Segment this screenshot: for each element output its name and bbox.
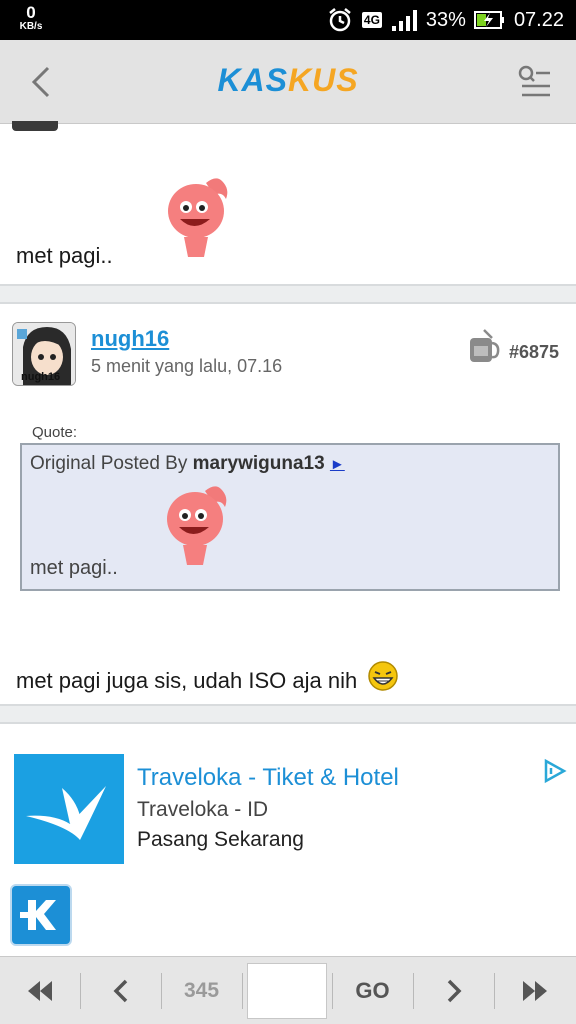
cendol-jar-icon[interactable]	[466, 328, 500, 366]
clock: 07.22	[513, 8, 564, 31]
logo-part-kas: KAS	[217, 62, 288, 98]
kaskus-k-icon	[20, 900, 56, 930]
quote-text: met pagi..	[30, 557, 118, 579]
page-number-input[interactable]	[247, 963, 327, 1019]
prev-page-icon	[113, 979, 127, 1003]
ad-subtitle: Traveloka - ID	[137, 798, 269, 821]
prev-page-button[interactable]	[80, 957, 161, 1024]
battery-percent: 33%	[425, 8, 466, 31]
ad-title[interactable]: Traveloka - Tiket & Hotel	[137, 764, 399, 792]
quote-label: Quote:	[32, 424, 78, 441]
signal-icon	[391, 10, 417, 31]
traveloka-bird-icon	[26, 786, 106, 840]
alarm-icon	[329, 8, 351, 32]
quote-header: Original Posted By marywiguna13 ►	[30, 453, 345, 475]
goto-quoted-post-icon[interactable]: ►	[330, 456, 345, 473]
search-menu-icon[interactable]	[516, 64, 552, 100]
current-page-number: 345	[183, 979, 220, 1002]
post-divider	[0, 704, 576, 724]
ad-install-cta[interactable]: Pasang Sekarang	[137, 828, 304, 852]
quote-prefix: Original Posted By	[30, 453, 188, 474]
post-body: met pagi juga sis, udah ISO aja nih	[16, 660, 399, 694]
app-screen: 0 KB/s 4G 33% 07.22 KASKUS met pagi.. nu…	[0, 0, 576, 1024]
post-previous-text: met pagi..	[16, 243, 113, 268]
post-timestamp: 5 menit yang lalu, 07.16	[91, 356, 283, 376]
network-speed-unit: KB/s	[19, 21, 43, 32]
network-speed-value: 0	[26, 3, 36, 22]
last-page-icon	[523, 981, 547, 1001]
status-bar: 0 KB/s 4G 33% 07.22	[0, 0, 576, 40]
post-6875: nugh16 nugh16 5 menit yang lalu, 07.16 #…	[0, 304, 576, 704]
last-page-button[interactable]	[494, 957, 576, 1024]
post-number[interactable]: #6875	[509, 342, 559, 363]
battery-charging-icon	[473, 11, 504, 29]
ad-app-logo[interactable]	[14, 754, 124, 864]
network-type-badge: 4G	[361, 12, 382, 28]
quote-box: Original Posted By marywiguna13 ► met pa…	[20, 443, 560, 591]
next-page-icon	[447, 979, 461, 1003]
first-page-button[interactable]	[0, 957, 80, 1024]
post-previous: met pagi..	[0, 121, 576, 285]
current-page: 345	[161, 957, 242, 1024]
smiley-pink-girl-icon	[168, 178, 228, 257]
logo-part-kus: KUS	[288, 62, 359, 98]
adchoices-icon[interactable]	[542, 758, 568, 784]
network-speed: 0 KB/s	[14, 4, 48, 32]
status-icons: 4G 33% 07.22	[326, 0, 564, 40]
post-body-text: met pagi juga sis, udah ISO aja nih	[16, 668, 358, 693]
next-page-button[interactable]	[413, 957, 494, 1024]
go-button[interactable]: GO	[332, 957, 413, 1024]
kaskus-logo[interactable]: KASKUS	[0, 62, 576, 99]
page-input-cell	[242, 957, 332, 1024]
avatar-fragment	[12, 121, 58, 131]
first-page-icon	[28, 981, 52, 1001]
avatar-caption: nugh16	[21, 371, 61, 383]
app-header: KASKUS	[0, 40, 576, 124]
kaskus-app-badge[interactable]	[10, 884, 72, 946]
smiley-pink-girl-icon	[167, 486, 227, 565]
quote-author[interactable]: marywiguna13	[193, 453, 325, 474]
pager-bar: 345 GO	[0, 956, 576, 1024]
post-username[interactable]: nugh16	[91, 326, 169, 352]
grin-emoticon-icon	[368, 661, 399, 691]
ad-block[interactable]: Traveloka - Tiket & Hotel Traveloka - ID…	[0, 724, 576, 956]
post-divider	[0, 284, 576, 304]
go-label: GO	[355, 978, 390, 1003]
user-avatar[interactable]: nugh16	[12, 322, 76, 386]
